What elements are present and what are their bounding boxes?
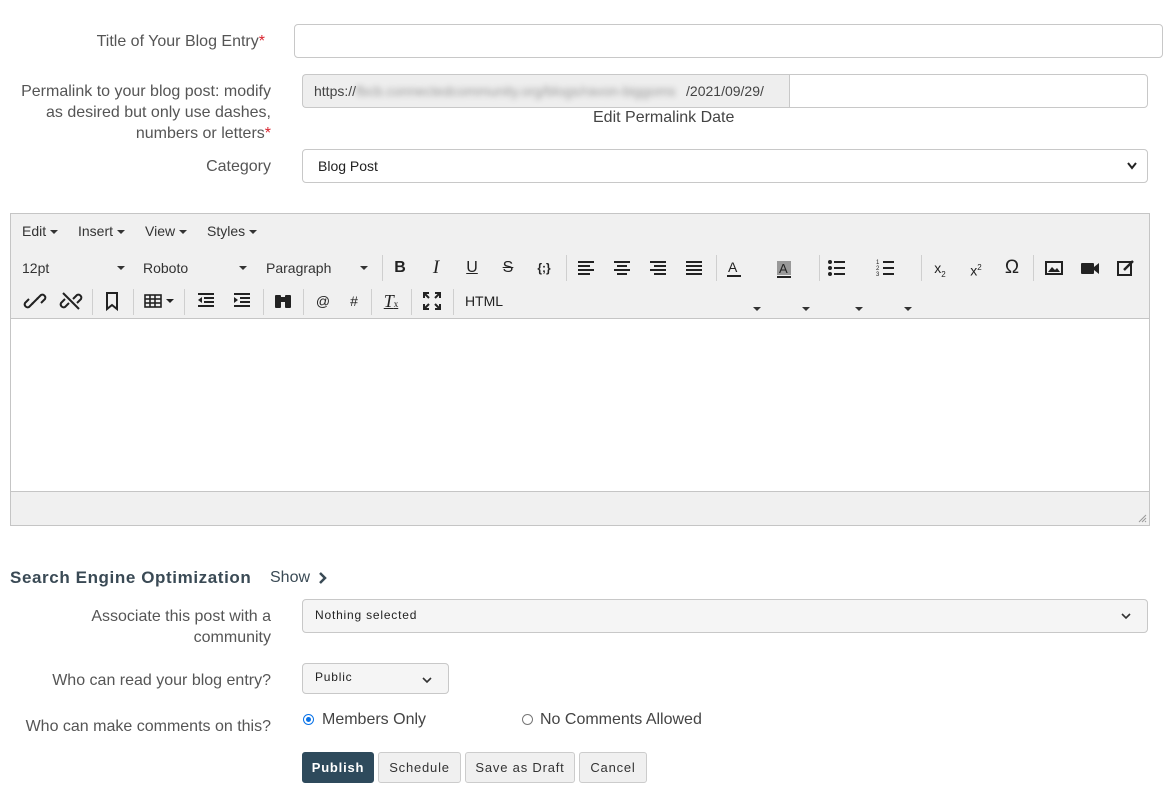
community-select[interactable]: Nothing selected: [302, 599, 1148, 633]
save-draft-button[interactable]: Save as Draft: [465, 752, 575, 783]
block-format-select[interactable]: Paragraph: [266, 251, 376, 285]
chevron-down-icon: [1121, 600, 1131, 632]
permalink-label-line3: numbers or letters: [135, 125, 265, 142]
community-value: Nothing selected: [315, 608, 418, 622]
hashtag-icon[interactable]: #: [339, 286, 369, 316]
editor-toolbar-row1: 12pt Roboto Paragraph B I U S {;} A A 1 …: [11, 251, 1149, 311]
community-label-line2: community: [193, 629, 271, 646]
font-family-select[interactable]: Roboto: [143, 251, 253, 285]
blog-title-input[interactable]: [294, 24, 1163, 58]
menu-insert[interactable]: Insert: [78, 223, 126, 239]
permalink-label: Permalink to your blog post: modify as d…: [0, 81, 271, 144]
numbered-list-icon[interactable]: 123: [871, 253, 901, 283]
svg-text:A: A: [779, 261, 788, 276]
outdent-icon[interactable]: [191, 286, 221, 316]
menu-view[interactable]: View: [145, 223, 188, 239]
align-right-icon[interactable]: [643, 253, 673, 283]
title-label-text: Title of Your Blog Entry: [96, 33, 259, 50]
chevron-right-icon: [318, 571, 328, 584]
permalink-label-line1: Permalink to your blog post: modify: [21, 83, 271, 100]
underline-icon[interactable]: U: [457, 253, 487, 283]
required-mark: *: [264, 125, 271, 142]
link-icon[interactable]: [20, 286, 50, 316]
chevron-down-icon: [422, 664, 432, 694]
html-button[interactable]: HTML: [459, 286, 509, 316]
seo-show-toggle[interactable]: Show: [270, 569, 328, 587]
radio-members-only-label[interactable]: Members Only: [322, 711, 426, 729]
fullscreen-icon[interactable]: [417, 286, 447, 316]
edit-permalink-date-link[interactable]: Edit Permalink Date: [593, 109, 734, 127]
permalink-label-line2: as desired but only use dashes,: [45, 104, 271, 121]
indent-icon[interactable]: [227, 286, 257, 316]
community-label: Associate this post with a community: [20, 606, 271, 648]
font-size-select[interactable]: 12pt: [22, 251, 132, 285]
comments-label: Who can make comments on this?: [25, 718, 271, 735]
radio-no-comments-label[interactable]: No Comments Allowed: [540, 711, 702, 729]
category-value: Blog Post: [318, 158, 378, 174]
rich-text-editor: Edit Insert View Styles 12pt Roboto Para…: [10, 213, 1150, 526]
chevron-down-icon: [1127, 150, 1137, 182]
title-label: Title of Your Blog Entry*: [20, 31, 265, 52]
edit-icon[interactable]: [1111, 253, 1141, 283]
resize-handle-icon[interactable]: [1137, 513, 1147, 523]
permalink-prefix: https://: [314, 83, 357, 99]
special-character-icon[interactable]: Ω: [997, 253, 1027, 283]
bold-icon[interactable]: B: [385, 253, 415, 283]
menu-edit[interactable]: Edit: [22, 223, 59, 239]
required-mark: *: [258, 33, 265, 50]
background-color-icon[interactable]: A: [769, 253, 799, 283]
unlink-icon[interactable]: [56, 286, 86, 316]
visibility-select[interactable]: Public: [302, 663, 449, 694]
align-left-icon[interactable]: [571, 253, 601, 283]
table-icon[interactable]: [139, 286, 183, 316]
schedule-button[interactable]: Schedule: [378, 752, 461, 783]
svg-text:A: A: [728, 259, 738, 275]
seo-show-label: Show: [270, 569, 311, 586]
menu-styles[interactable]: Styles: [207, 223, 258, 239]
strikethrough-icon[interactable]: S: [493, 253, 523, 283]
permalink-date: /2021/09/29/: [686, 83, 764, 99]
editor-toolbar-row2: @ # Tx HTML: [11, 285, 1149, 317]
mention-icon[interactable]: @: [308, 286, 338, 316]
cancel-button[interactable]: Cancel: [579, 752, 647, 783]
align-center-icon[interactable]: [607, 253, 637, 283]
category-label: Category: [206, 158, 271, 175]
justify-icon[interactable]: [679, 253, 709, 283]
code-sample-icon[interactable]: {;}: [529, 253, 559, 283]
text-color-icon[interactable]: A: [719, 253, 749, 283]
category-select[interactable]: Blog Post: [302, 149, 1148, 183]
community-label-line1: Associate this post with a: [91, 608, 271, 625]
editor-menubar: Edit Insert View Styles: [11, 214, 1149, 250]
radio-no-comments[interactable]: [522, 714, 533, 725]
clear-formatting-icon[interactable]: Tx: [376, 286, 406, 316]
permalink-blurred-domain: fbcb.connectedcommunity.org/blogs/ravon-…: [356, 83, 676, 99]
bookmark-icon[interactable]: [97, 286, 127, 316]
publish-button[interactable]: Publish: [302, 752, 374, 783]
svg-text:3: 3: [876, 272, 880, 278]
seo-heading: Search Engine Optimization: [10, 568, 252, 587]
permalink-prefix-addon: https://fbcb.connectedcommunity.org/blog…: [302, 74, 790, 108]
italic-icon[interactable]: I: [421, 253, 451, 283]
bullet-list-icon[interactable]: [822, 253, 852, 283]
find-replace-icon[interactable]: [268, 286, 298, 316]
subscript-icon[interactable]: x2: [925, 253, 955, 283]
video-icon[interactable]: [1075, 253, 1105, 283]
radio-members-only[interactable]: [303, 714, 314, 725]
editor-content-area[interactable]: [11, 318, 1149, 492]
image-icon[interactable]: [1039, 253, 1069, 283]
editor-statusbar: [11, 490, 1149, 525]
superscript-icon[interactable]: x2: [961, 253, 991, 283]
visibility-value: Public: [315, 670, 353, 684]
permalink-slug-input[interactable]: [789, 74, 1148, 108]
visibility-label: Who can read your blog entry?: [52, 672, 271, 689]
